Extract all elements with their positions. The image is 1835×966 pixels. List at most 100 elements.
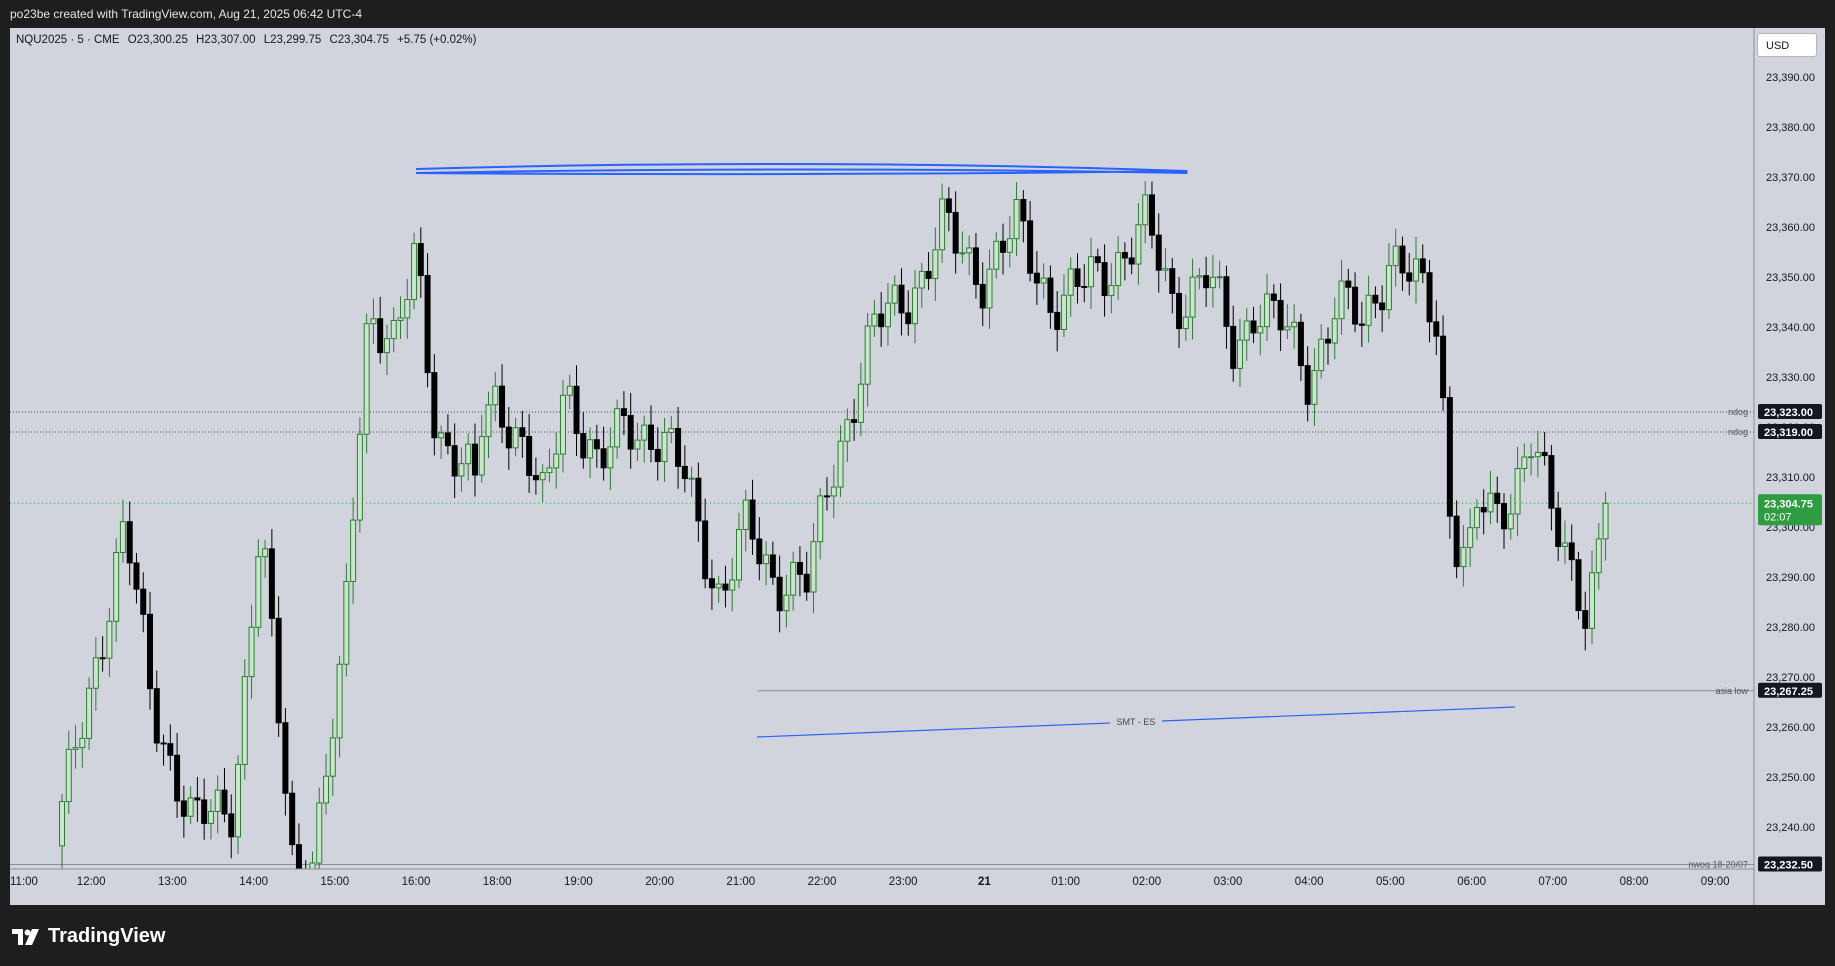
candle-body[interactable] — [1569, 543, 1574, 560]
candle-body[interactable] — [357, 434, 362, 520]
candle-body[interactable] — [1068, 269, 1073, 295]
candle-body[interactable] — [459, 464, 464, 476]
candle-body[interactable] — [466, 444, 471, 464]
candle-body[interactable] — [709, 579, 714, 588]
candle-body[interactable] — [953, 212, 958, 253]
candle-body[interactable] — [655, 449, 660, 461]
candle-body[interactable] — [1393, 246, 1398, 265]
candle-body[interactable] — [1454, 516, 1459, 566]
currency-button[interactable]: USD — [1757, 33, 1817, 57]
candle-body[interactable] — [825, 496, 830, 497]
candle-body[interactable] — [384, 339, 389, 353]
candle-body[interactable] — [1522, 457, 1527, 468]
candle-body[interactable] — [364, 324, 369, 435]
candle-body[interactable] — [236, 764, 241, 836]
candle-body[interactable] — [845, 420, 850, 442]
candle-body[interactable] — [1210, 277, 1215, 287]
candle-body[interactable] — [1048, 278, 1053, 312]
candle-body[interactable] — [296, 845, 301, 869]
candle-body[interactable] — [317, 803, 322, 863]
candle-body[interactable] — [703, 521, 708, 579]
candle-body[interactable] — [1441, 336, 1446, 397]
candle-body[interactable] — [398, 318, 403, 321]
candle-body[interactable] — [391, 320, 396, 338]
candle-body[interactable] — [1366, 295, 1371, 325]
candle-body[interactable] — [500, 386, 505, 427]
candle-body[interactable] — [682, 466, 687, 478]
candle-body[interactable] — [588, 440, 593, 458]
candle-body[interactable] — [1380, 303, 1385, 310]
candle-body[interactable] — [330, 738, 335, 776]
candle-body[interactable] — [1271, 294, 1276, 300]
candle-body[interactable] — [215, 790, 220, 811]
candle-body[interactable] — [1427, 273, 1432, 322]
candle-body[interactable] — [791, 562, 796, 595]
candle-body[interactable] — [1542, 452, 1547, 455]
candle-body[interactable] — [960, 253, 965, 254]
candle-body[interactable] — [1089, 257, 1094, 287]
candle-body[interactable] — [1028, 221, 1033, 273]
candle-body[interactable] — [310, 863, 315, 869]
candle-body[interactable] — [838, 441, 843, 487]
candle-body[interactable] — [872, 314, 877, 326]
candle-body[interactable] — [737, 529, 742, 580]
candle-body[interactable] — [445, 433, 450, 446]
candle-body[interactable] — [1265, 294, 1270, 327]
candle-body[interactable] — [1359, 324, 1364, 325]
candle-body[interactable] — [1034, 273, 1039, 283]
candle-body[interactable] — [1339, 281, 1344, 319]
candle-body[interactable] — [222, 790, 227, 814]
candle-body[interactable] — [1508, 514, 1513, 529]
candle-body[interactable] — [148, 614, 153, 688]
candle-body[interactable] — [425, 276, 430, 373]
candle-body[interactable] — [913, 288, 918, 324]
candle-body[interactable] — [764, 555, 769, 564]
candle-body[interactable] — [994, 241, 999, 269]
candle-body[interactable] — [1332, 319, 1337, 343]
candle-body[interactable] — [879, 314, 884, 327]
candle-body[interactable] — [80, 738, 85, 747]
candle-body[interactable] — [276, 618, 281, 722]
candle-body[interactable] — [1583, 611, 1588, 629]
candle-body[interactable] — [229, 814, 234, 837]
candle-body[interactable] — [770, 555, 775, 577]
candle-body[interactable] — [1014, 199, 1019, 238]
candle-body[interactable] — [493, 386, 498, 405]
candle-body[interactable] — [716, 584, 721, 588]
candle-body[interactable] — [263, 549, 268, 557]
candle-body[interactable] — [73, 748, 78, 750]
candle-body[interactable] — [1129, 258, 1134, 264]
candle-body[interactable] — [933, 250, 938, 279]
candle-body[interactable] — [1353, 287, 1358, 324]
candle-body[interactable] — [269, 549, 274, 618]
candle-body[interactable] — [1447, 398, 1452, 517]
candle-body[interactable] — [412, 244, 417, 300]
candle-body[interactable] — [547, 468, 552, 473]
candle-body[interactable] — [574, 386, 579, 433]
candle-body[interactable] — [1529, 457, 1534, 458]
candle-body[interactable] — [899, 285, 904, 313]
candle-body[interactable] — [344, 582, 349, 665]
candle-body[interactable] — [865, 326, 870, 384]
candle-body[interactable] — [1244, 321, 1249, 340]
candle-body[interactable] — [1576, 560, 1581, 611]
candle-body[interactable] — [1237, 340, 1242, 368]
candle-body[interactable] — [730, 580, 735, 590]
candle-body[interactable] — [797, 562, 802, 574]
candle-body[interactable] — [946, 199, 951, 212]
candle-body[interactable] — [567, 386, 572, 395]
candle-body[interactable] — [1177, 293, 1182, 328]
candle-body[interactable] — [60, 802, 65, 846]
candle-body[interactable] — [1021, 199, 1026, 220]
candle-body[interactable] — [114, 552, 119, 621]
candle-body[interactable] — [621, 409, 626, 416]
candle-body[interactable] — [919, 271, 924, 288]
candle-body[interactable] — [1251, 321, 1256, 333]
price-chart[interactable]: ndogndogasia lownwog 18-20/07SMT - ES11:… — [10, 28, 1825, 905]
candle-body[interactable] — [973, 248, 978, 285]
candle-body[interactable] — [1102, 263, 1107, 296]
candle-body[interactable] — [290, 793, 295, 844]
candle-body[interactable] — [1204, 276, 1209, 288]
candle-body[interactable] — [885, 303, 890, 327]
candle-body[interactable] — [906, 313, 911, 324]
